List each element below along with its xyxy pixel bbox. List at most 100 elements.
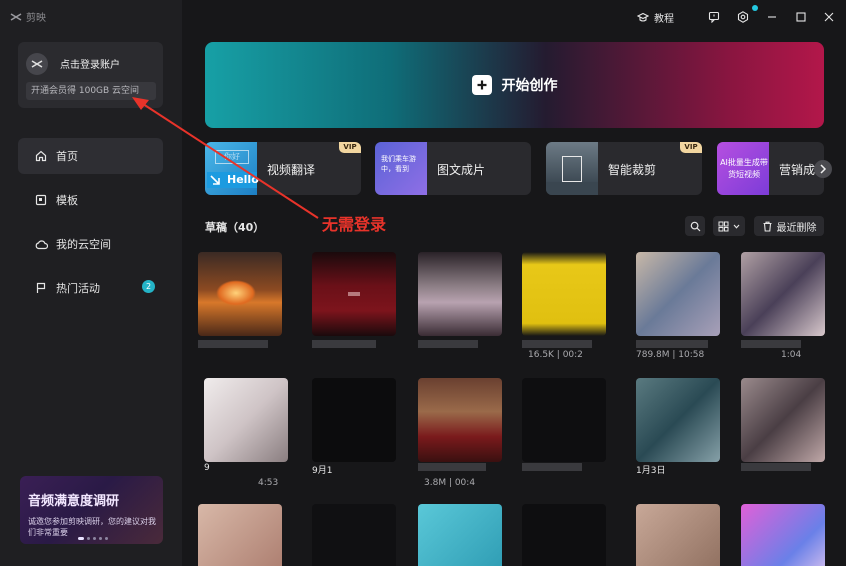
- drafts-title: 草稿（40）: [205, 221, 265, 234]
- sidebar-item-events[interactable]: 热门活动 2: [18, 270, 163, 306]
- vip-badge: VIP: [339, 142, 361, 153]
- draft-thumbnail[interactable]: [312, 378, 396, 462]
- account-card[interactable]: 点击登录账户 开通会员得 100GB 云空间: [18, 42, 163, 108]
- sidebar-item-templates[interactable]: 模板: [18, 182, 163, 218]
- draft-title-placeholder: [312, 340, 376, 348]
- plus-icon: [471, 75, 492, 95]
- survey-banner[interactable]: 音频满意度调研 诚邀您参加剪映调研，您的建议对我们非常重要: [20, 476, 163, 544]
- template-icon: [34, 193, 48, 207]
- draft-title-placeholder: [418, 463, 486, 471]
- smart-crop-thumbnail: [546, 142, 598, 195]
- recent-delete-label: 最近删除: [776, 222, 817, 234]
- draft-thumbnail[interactable]: [636, 504, 720, 566]
- capcut-logo-icon: [10, 12, 22, 21]
- brand: 剪映: [10, 9, 46, 24]
- carousel-indicator[interactable]: [78, 537, 108, 540]
- draft-thumbnail[interactable]: [198, 504, 282, 566]
- feature-label: 营销成: [779, 163, 816, 177]
- minimize-icon[interactable]: [765, 10, 779, 24]
- start-creating-button[interactable]: 开始创作: [205, 42, 824, 128]
- draft-title-placeholder: [741, 340, 801, 348]
- draft-thumbnail[interactable]: [312, 252, 396, 336]
- tutorial-label: 教程: [654, 14, 674, 25]
- chevron-right-icon[interactable]: [814, 160, 832, 178]
- draft-meta: 789.8M | 10:58: [636, 350, 705, 360]
- sidebar-item-label: 模板: [56, 194, 78, 207]
- app-window: 剪映 点击登录账户 开通会员得 100GB 云空间 首页 模板 我的云空间 热门…: [0, 0, 846, 566]
- draft-thumbnail[interactable]: [418, 252, 502, 336]
- survey-description: 诚邀您参加剪映调研，您的建议对我们非常重要: [28, 517, 156, 537]
- thumbnail-text: AI批量生成带货短视频: [720, 158, 768, 179]
- draft-title-placeholder: [198, 340, 268, 348]
- thumbnail-text: 我们乘车游中，看到: [381, 155, 416, 173]
- draft-meta: 16.5K | 00:2: [528, 350, 583, 360]
- tutorial-button[interactable]: 教程: [637, 10, 674, 25]
- brand-name: 剪映: [26, 13, 46, 24]
- feature-image-text-video[interactable]: 我们乘车游中，看到 图文成片: [375, 142, 531, 195]
- feature-label: 图文成片: [437, 163, 486, 177]
- feature-marketing[interactable]: AI批量生成带货短视频 营销成: [717, 142, 824, 195]
- grid-view-icon: [718, 221, 729, 231]
- sidebar-item-home[interactable]: 首页: [18, 138, 163, 174]
- draft-thumbnail[interactable]: [522, 252, 606, 336]
- home-icon: [34, 149, 48, 163]
- sidebar-item-label: 热门活动: [56, 282, 100, 295]
- feature-video-translate[interactable]: 你好 Hello 视频翻译 VIP: [205, 142, 361, 195]
- feature-label: 视频翻译: [267, 163, 316, 177]
- draft-thumbnail[interactable]: [312, 504, 396, 566]
- sidebar-item-label: 我的云空间: [56, 238, 111, 251]
- draft-thumbnail[interactable]: [636, 252, 720, 336]
- settings-icon[interactable]: [736, 10, 750, 24]
- draft-title-placeholder: [636, 340, 708, 348]
- draft-thumbnail[interactable]: [418, 504, 502, 566]
- draft-thumbnail[interactable]: [741, 252, 825, 336]
- draft-title: 9月1: [312, 466, 333, 476]
- feature-smart-crop[interactable]: 智能裁剪 VIP: [546, 142, 702, 195]
- vip-badge: VIP: [680, 142, 702, 153]
- video-translate-thumbnail: 你好 Hello: [205, 142, 259, 195]
- draft-meta: 1:04: [781, 350, 802, 360]
- draft-thumbnail[interactable]: [741, 378, 825, 462]
- notification-badge: 2: [142, 280, 155, 293]
- recent-delete-button[interactable]: 最近删除: [754, 216, 824, 236]
- flag-icon: [34, 281, 48, 295]
- vip-promo-button[interactable]: 开通会员得 100GB 云空间: [26, 82, 156, 100]
- sidebar-item-label: 首页: [56, 150, 78, 163]
- search-button[interactable]: [685, 216, 705, 236]
- draft-meta: 4:53: [258, 478, 279, 488]
- annotation-label: 无需登录: [322, 215, 387, 234]
- draft-thumbnail[interactable]: [522, 378, 606, 462]
- feature-label: 智能裁剪: [608, 163, 657, 177]
- sidebar: 剪映 点击登录账户 开通会员得 100GB 云空间 首页 模板 我的云空间 热门…: [0, 0, 182, 566]
- draft-title-placeholder: [741, 463, 811, 471]
- start-creating-label: 开始创作: [501, 78, 558, 94]
- close-icon[interactable]: [822, 10, 836, 24]
- marketing-thumbnail: AI批量生成带货短视频: [717, 142, 769, 195]
- feedback-icon[interactable]: [707, 10, 721, 24]
- draft-title-placeholder: [418, 340, 478, 348]
- sidebar-item-cloud[interactable]: 我的云空间: [18, 226, 163, 262]
- draft-thumbnail[interactable]: [741, 504, 825, 566]
- draft-title-placeholder: [522, 463, 582, 471]
- view-toggle-button[interactable]: [713, 216, 745, 236]
- cloud-icon: [34, 237, 48, 251]
- draft-title: 9: [204, 463, 210, 473]
- title-bar: 教程: [182, 0, 846, 34]
- draft-thumbnail[interactable]: [198, 252, 282, 336]
- maximize-icon[interactable]: [794, 10, 808, 24]
- draft-thumbnail[interactable]: [522, 504, 606, 566]
- trash-icon: [763, 221, 771, 232]
- draft-title-placeholder: [522, 340, 592, 348]
- avatar-icon[interactable]: [26, 53, 48, 75]
- draft-meta: 3.8M | 00:4: [424, 478, 476, 488]
- login-link[interactable]: 点击登录账户: [60, 56, 120, 71]
- draft-thumbnail[interactable]: [418, 378, 502, 462]
- image-text-thumbnail: 我们乘车游中，看到: [375, 142, 427, 195]
- draft-thumbnail[interactable]: [636, 378, 720, 462]
- search-icon: [690, 221, 700, 231]
- draft-title: 1月3日: [636, 466, 666, 476]
- chevron-down-icon: [733, 224, 740, 229]
- sidebar-nav: 首页 模板 我的云空间 热门活动 2: [18, 138, 163, 314]
- draft-thumbnail[interactable]: [204, 378, 288, 462]
- survey-title: 音频满意度调研: [28, 494, 120, 509]
